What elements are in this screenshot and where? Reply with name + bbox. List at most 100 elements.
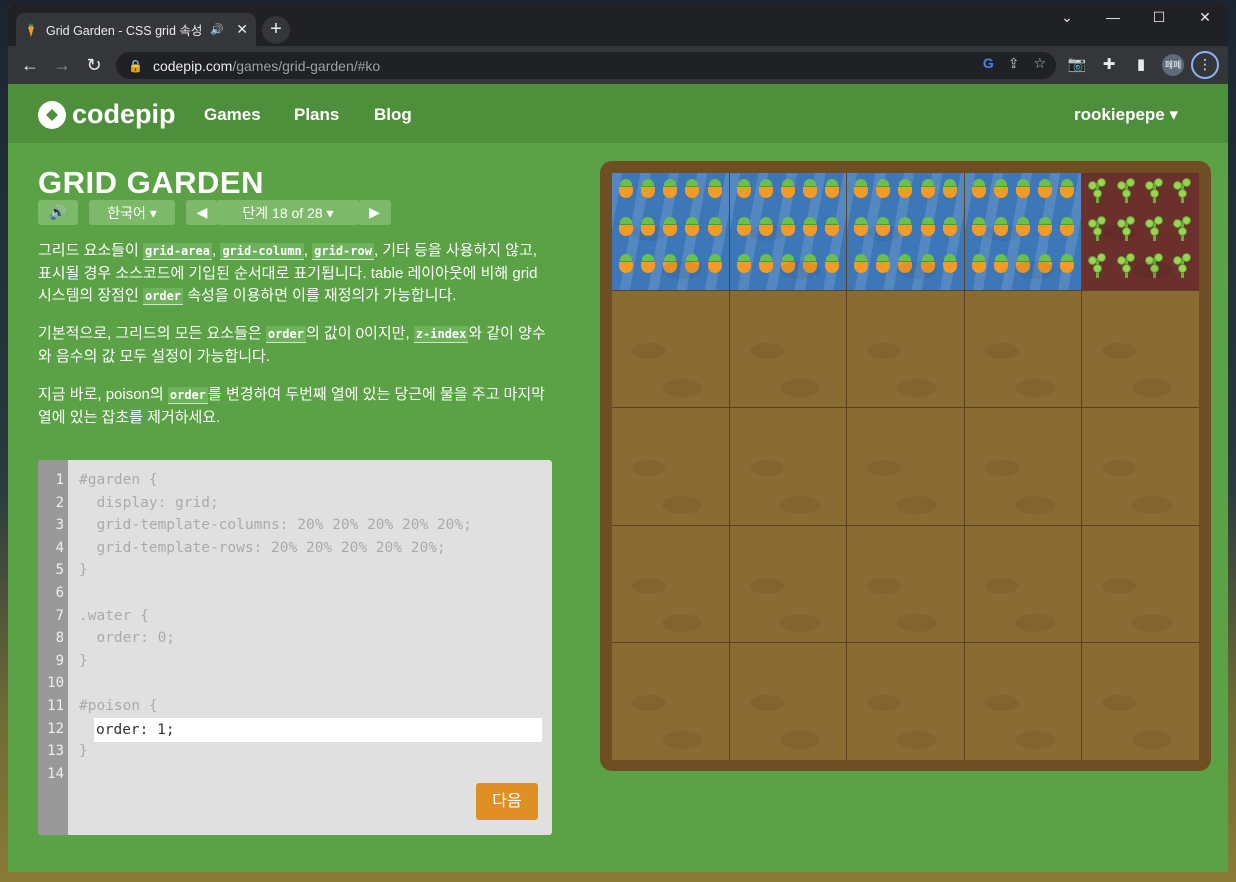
weed-icon (1169, 213, 1197, 251)
carrot-icon (1012, 213, 1034, 251)
weed-icon (1141, 175, 1169, 213)
carrot-icon (990, 250, 1012, 288)
garden-grid (612, 173, 1199, 760)
inline-code: order (265, 326, 306, 343)
soil-tile (964, 408, 1082, 525)
address-bar[interactable]: 🔒 codepip.com/games/grid-garden/#ko G ⇪ … (116, 52, 1056, 79)
carrot-icon (777, 175, 799, 213)
line-number-gutter: 1 2 3 4 5 6 7 8 9 10 11 12 13 14 (38, 460, 68, 835)
inline-code: grid-area (142, 243, 212, 260)
soil-tile (1082, 290, 1199, 408)
soil-tile (729, 290, 847, 408)
code-line: grid-template-columns: 20% 20% 20% 20% 2… (79, 517, 472, 534)
new-tab-button[interactable]: + (262, 16, 290, 44)
maximize-button[interactable]: ☐ (1136, 6, 1182, 28)
line-number: 2 (55, 494, 64, 511)
soil-tile (847, 290, 964, 408)
water-tile (612, 173, 729, 290)
language-select[interactable]: 한국어 ▾ (89, 200, 175, 225)
carrot-icon (1034, 175, 1056, 213)
url-path: /games/grid-garden/#ko (232, 57, 381, 74)
carrot-icon (777, 213, 799, 251)
weed-icon (1084, 250, 1112, 288)
reload-icon[interactable]: ↻ (78, 55, 110, 76)
level-select[interactable]: 단계 18 of 28 ▾ (218, 200, 358, 225)
close-window-button[interactable]: ✕ (1182, 6, 1228, 28)
soil-tile (847, 408, 964, 525)
carrot-icon (990, 213, 1012, 251)
extensions-puzzle-icon[interactable]: ✚ (1097, 55, 1121, 73)
nav-blog[interactable]: Blog (374, 105, 412, 125)
soil-tile (847, 643, 964, 760)
triangle-left-icon: ◀ (196, 204, 208, 220)
carrot-icon (939, 213, 961, 251)
nav-games[interactable]: Games (204, 105, 261, 125)
carrot-icon (1012, 250, 1034, 288)
carrot-icon (850, 175, 872, 213)
soil-tile (964, 643, 1082, 760)
carrot-icon (872, 175, 894, 213)
line-number: 10 (47, 675, 64, 692)
line-number: 5 (55, 562, 64, 579)
line-number: 14 (47, 765, 64, 782)
camera-extension-icon[interactable]: 📷 (1065, 55, 1089, 73)
instructions-paragraph: 기본적으로, 그리드의 모든 요소들은 order 의 값이 0이지만, z-in… (38, 325, 546, 365)
carrot-icon (1056, 250, 1078, 288)
instructions-paragraph: 그리드 요소들이 grid-area, grid-column, grid-ro… (38, 242, 538, 305)
share-icon[interactable]: ⇪ (1008, 55, 1020, 72)
carrot-icon (637, 175, 659, 213)
speaker-icon: 🔊 (49, 204, 67, 220)
carrot-icon (703, 175, 725, 213)
codepip-logo[interactable]: codepip (38, 99, 176, 130)
weed-icon (1113, 213, 1141, 251)
tab-grid-garden[interactable]: Grid Garden - CSS grid 속성 🔊 ✕ (16, 13, 256, 46)
weed-icon (1169, 175, 1197, 213)
browser-toolbar: ← → ↻ 🔒 codepip.com/games/grid-garden/#k… (8, 46, 1228, 84)
carrot-icon (799, 213, 821, 251)
sound-toggle-button[interactable]: 🔊 (38, 200, 78, 225)
carrot-icon (681, 175, 703, 213)
weed-icon (1113, 250, 1141, 288)
carrot-icon (917, 250, 939, 288)
bookmark-star-icon[interactable]: ☆ (1033, 55, 1046, 72)
triangle-right-icon: ▶ (369, 204, 380, 220)
google-icon[interactable]: G (983, 55, 994, 72)
carrot-icon (821, 250, 843, 288)
carrot-icon (1012, 175, 1034, 213)
minimize-button[interactable]: — (1090, 6, 1136, 28)
browser-window: Grid Garden - CSS grid 속성 🔊 ✕ + ⌄ — ☐ ✕ … (8, 2, 1228, 872)
line-number: 8 (55, 630, 64, 647)
next-level-button[interactable]: ▶ (358, 200, 391, 225)
line-number: 9 (55, 652, 64, 669)
weed-icon (1141, 250, 1169, 288)
code-line: } (79, 562, 88, 579)
weed-icon (1169, 250, 1197, 288)
carrot-icon (968, 175, 990, 213)
weed-icon (1084, 213, 1112, 251)
speaker-icon[interactable]: 🔊 (210, 23, 224, 36)
chrome-menu-icon[interactable]: ⋮ (1191, 51, 1219, 79)
nav-plans[interactable]: Plans (294, 105, 339, 125)
carrot-icon (755, 250, 777, 288)
carrot-icon (777, 250, 799, 288)
next-button[interactable]: 다음 (476, 783, 538, 820)
line-number: 6 (55, 585, 64, 601)
carrot-icon (799, 250, 821, 288)
carrot-icon (850, 213, 872, 251)
answer-input[interactable] (94, 718, 542, 742)
profile-avatar[interactable]: 페페 (1162, 54, 1184, 76)
tab-close-icon[interactable]: ✕ (236, 21, 248, 38)
css-editor: 1 2 3 4 5 6 7 8 9 10 11 12 13 14 #garden { display: g… (38, 460, 552, 835)
carrot-icon (733, 250, 755, 288)
user-menu[interactable]: rookiepepe ▾ (1074, 105, 1178, 125)
weed-icon (1113, 175, 1141, 213)
back-arrow-icon[interactable]: ← (14, 55, 46, 76)
side-panel-icon[interactable]: ▮ (1129, 55, 1153, 73)
prev-level-button[interactable]: ◀ (186, 200, 218, 225)
carrot-icon (917, 175, 939, 213)
tab-search-icon[interactable]: ⌄ (1044, 6, 1090, 28)
forward-arrow-icon[interactable]: → (46, 55, 78, 76)
carrot-icon (990, 175, 1012, 213)
soil-tile (612, 643, 729, 760)
code-line: .water { (79, 607, 149, 624)
